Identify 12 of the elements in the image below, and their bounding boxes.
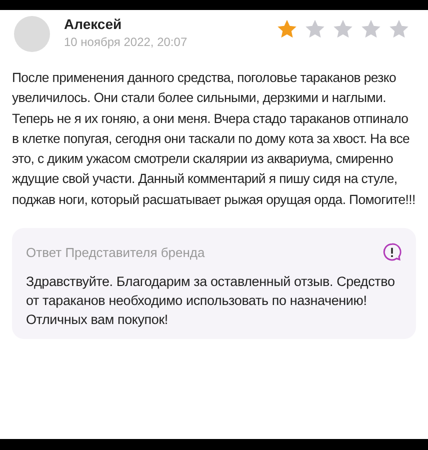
avatar-icon [14, 16, 50, 52]
speech-bubble-exclamation-icon [382, 242, 402, 262]
star-icon [332, 18, 354, 40]
star-icon [388, 18, 410, 40]
star-icon [276, 18, 298, 40]
review-text: После применения данного средства, поголовье тараканов резко увеличилось. Они стали более сильными, дерзкими и наглыми. Теперь не я их гоняю, а они меня. Вчера стадо тараканов отпинало в клетке попугая, сегодня они таскали по дому кота за хвост. На все это, с диким ужасом смотрели скалярии из аквариума, смиренно ждущие свой участи. Данный комментарий я пишу сидя на стуле, поджав ноги, который расшатывает рыжая орущая орда. Помогите!!! [12, 69, 416, 209]
star-icon [304, 18, 326, 40]
star-icon [360, 18, 382, 40]
review-date: 10 ноября 2022, 20:07 [64, 35, 188, 49]
reply-title: Ответ Представителя бренда [26, 244, 205, 260]
author-name: Алексей [64, 16, 123, 32]
reply-text: Здравствуйте. Благодарим за оставленный отзыв. Средство от тараканов необходимо использовать по назначению! Отличных вам покупок! [26, 273, 396, 330]
